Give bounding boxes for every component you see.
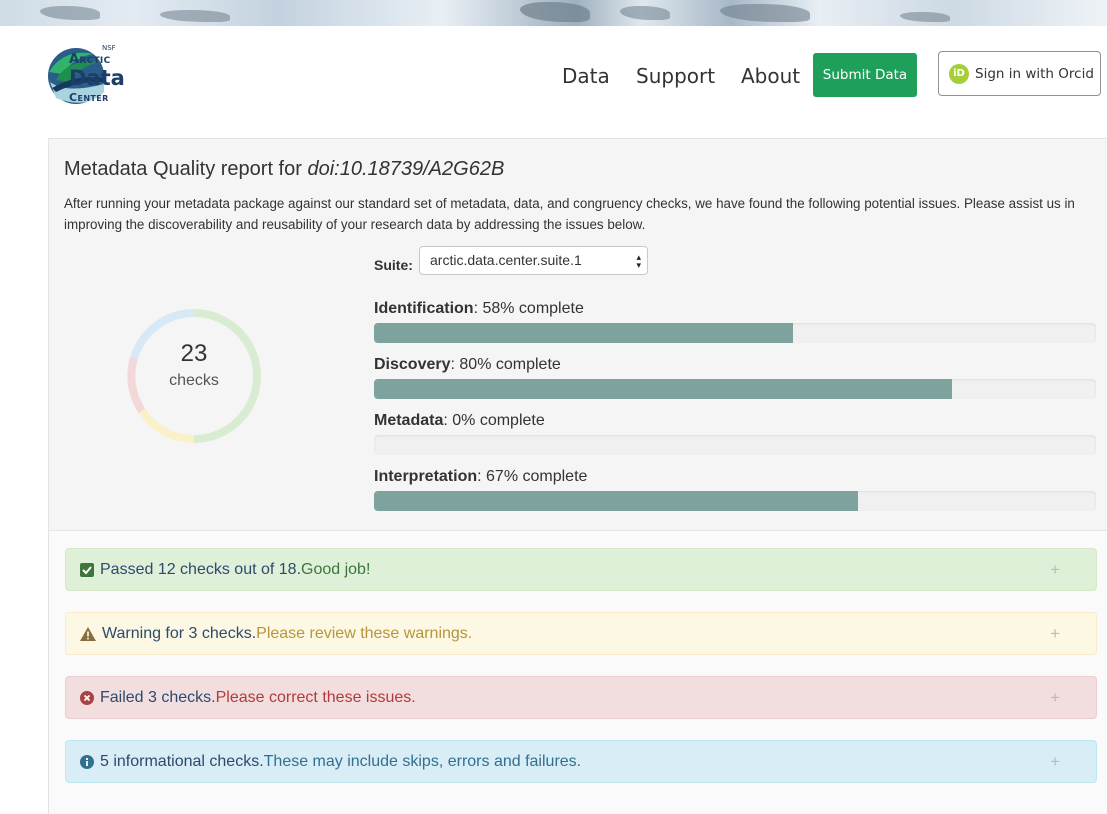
category-discovery-label: Discovery: 80% complete bbox=[374, 356, 561, 373]
category-metadata-label: Metadata: 0% complete bbox=[374, 412, 545, 429]
discovery-progress-bar bbox=[374, 379, 1096, 399]
failed-checks-panel[interactable]: Failed 3 checks. Please correct these is… bbox=[65, 676, 1097, 719]
submit-data-button[interactable]: Submit Data bbox=[813, 53, 917, 97]
suite-label: Suite: bbox=[374, 257, 413, 273]
info-checks-panel[interactable]: 5 informational checks. These may includ… bbox=[65, 740, 1097, 783]
failed-checks-text: Failed 3 checks. bbox=[100, 688, 216, 706]
expand-plus-icon[interactable]: + bbox=[1050, 624, 1060, 644]
checkbox-check-icon bbox=[80, 562, 94, 577]
title-prefix: Metadata Quality report for bbox=[64, 158, 308, 180]
logo-data-text: Data bbox=[69, 66, 125, 90]
info-checks-text: 5 informational checks. bbox=[100, 752, 264, 770]
warning-checks-text: Warning for 3 checks. bbox=[102, 624, 257, 642]
warning-checks-panel[interactable]: Warning for 3 checks. Please review thes… bbox=[65, 612, 1097, 655]
identification-progress-bar bbox=[374, 323, 1096, 343]
suite-selected-value: arctic.data.center.suite.1 bbox=[430, 252, 582, 268]
page-title: Metadata Quality report for doi:10.18739… bbox=[64, 158, 504, 181]
donut-label: checks bbox=[169, 372, 219, 389]
donut-segment-warn bbox=[138, 408, 195, 443]
logo-nsf-text: NSF bbox=[102, 44, 116, 52]
passed-checks-note: Good job! bbox=[301, 560, 371, 578]
info-circle-icon bbox=[80, 754, 94, 769]
interpretation-progress-bar bbox=[374, 491, 1096, 511]
nav-support-link[interactable]: Support bbox=[636, 64, 715, 88]
orcid-signin-button[interactable]: iD Sign in with Orcid bbox=[938, 51, 1101, 96]
info-checks-note: These may include skips, errors and fail… bbox=[263, 752, 582, 770]
header-banner-image bbox=[0, 0, 1107, 26]
logo-center-text: Center bbox=[69, 91, 109, 104]
discovery-progress-fill bbox=[374, 379, 952, 399]
nav-data-link[interactable]: Data bbox=[562, 64, 610, 88]
warning-triangle-icon bbox=[80, 626, 96, 641]
identification-progress-fill bbox=[374, 323, 793, 343]
warning-checks-note: Please review these warnings. bbox=[256, 624, 473, 642]
doi-text: doi:10.18739/A2G62B bbox=[307, 158, 505, 180]
nav-about-link[interactable]: About bbox=[741, 64, 800, 88]
orcid-icon: iD bbox=[949, 63, 969, 84]
expand-plus-icon[interactable]: + bbox=[1050, 560, 1060, 580]
passed-checks-text: Passed 12 checks out of 18. bbox=[100, 560, 302, 578]
suite-select[interactable]: arctic.data.center.suite.1 ▴ ▾ bbox=[419, 246, 648, 275]
report-description: After running your metadata package agai… bbox=[64, 196, 1075, 232]
metadata-progress-bar bbox=[374, 435, 1096, 455]
logo-arctic-text: Arctic bbox=[69, 52, 111, 67]
select-arrows-icon: ▴ ▾ bbox=[636, 252, 641, 270]
donut-count: 23 bbox=[180, 340, 208, 367]
category-identification-label: Identification: 58% complete bbox=[374, 300, 584, 317]
error-circle-icon bbox=[80, 690, 94, 705]
orcid-signin-label: Sign in with Orcid bbox=[975, 65, 1094, 82]
failed-checks-note: Please correct these issues. bbox=[215, 688, 416, 706]
expand-plus-icon[interactable]: + bbox=[1050, 752, 1060, 772]
category-interpretation-label: Interpretation: 67% complete bbox=[374, 468, 588, 485]
expand-plus-icon[interactable]: + bbox=[1050, 688, 1060, 708]
interpretation-progress-fill bbox=[374, 491, 858, 511]
passed-checks-panel[interactable]: Passed 12 checks out of 18. Good job! + bbox=[65, 548, 1097, 591]
